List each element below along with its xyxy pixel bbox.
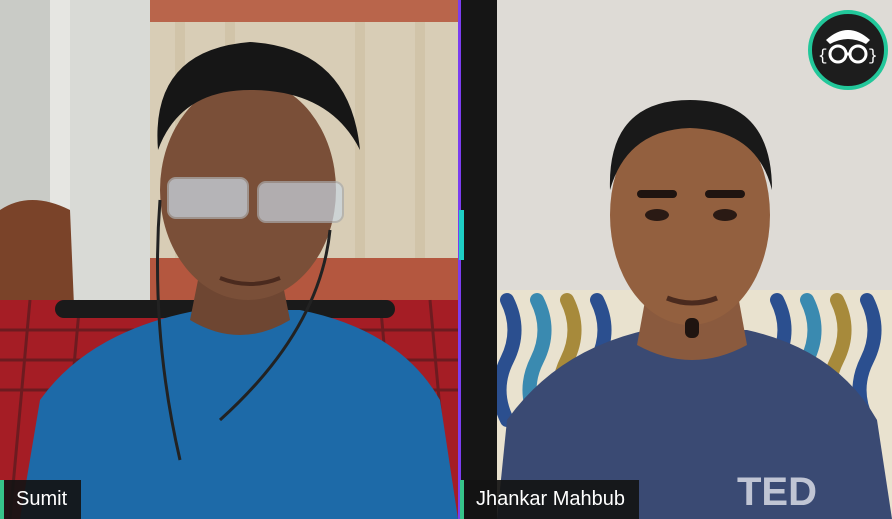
video-feed-sumit: [0, 0, 458, 519]
svg-text:}: }: [868, 47, 878, 65]
participant-name-tag: Sumit: [0, 480, 82, 519]
svg-text:TED: TED: [737, 470, 817, 514]
svg-text:{: {: [818, 47, 828, 65]
video-tile-jhankar[interactable]: TED { }: [497, 0, 892, 519]
video-tile-sumit[interactable]: Sumit: [0, 0, 458, 519]
glasses-face-logo-icon: { }: [818, 30, 878, 65]
participant-name: Sumit: [16, 488, 68, 510]
channel-logo-badge: { }: [808, 10, 888, 90]
participant-name: Jhankar Mahbub: [476, 488, 625, 510]
participant-name-tag: Jhankar Mahbub: [460, 480, 639, 519]
accent-marker: [459, 210, 464, 260]
